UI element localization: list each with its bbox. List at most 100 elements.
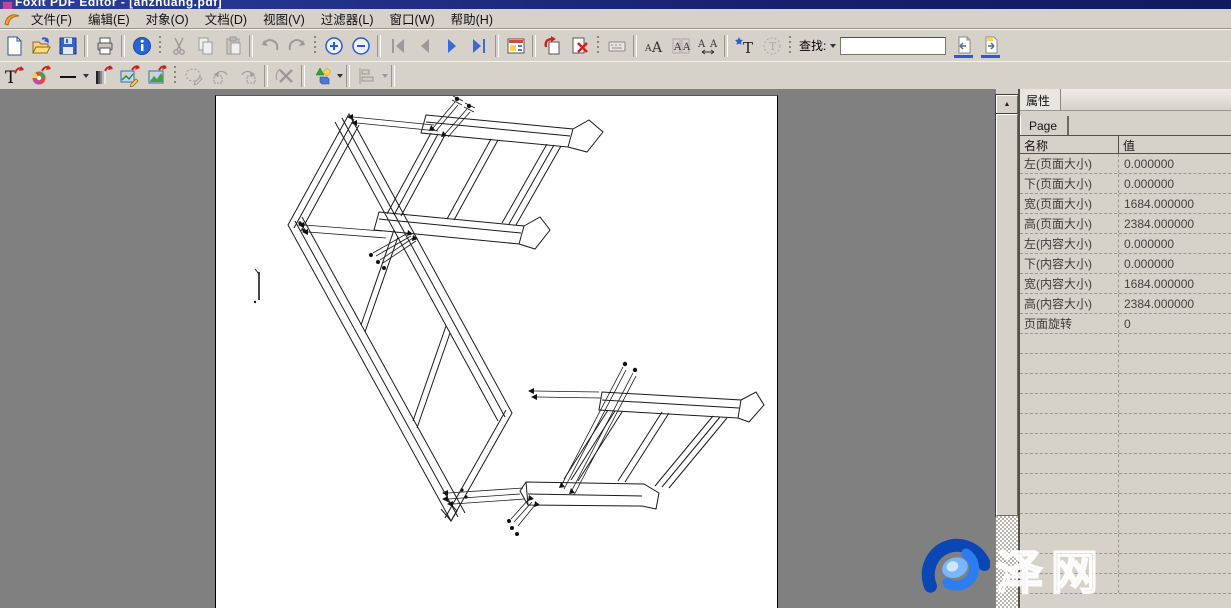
application-window: Foxit PDF Editor - [anzhuang.pdf] 文件(F) …: [0, 0, 1231, 608]
menu-view[interactable]: 视图(V): [255, 8, 313, 29]
font-size-pair-button[interactable]: AA: [667, 33, 694, 59]
vertical-scrollbar[interactable]: ▲: [996, 89, 1018, 608]
property-name: 下(内容大小): [1020, 254, 1119, 273]
menu-document[interactable]: 文档(D): [197, 8, 255, 29]
page-layout-button[interactable]: [502, 33, 529, 59]
redo-button[interactable]: [283, 33, 310, 59]
next-page-button[interactable]: [438, 33, 465, 59]
separator: [264, 65, 268, 87]
property-value[interactable]: 1684.000000: [1119, 277, 1231, 291]
delete-page-button[interactable]: [566, 33, 593, 59]
column-header-value: 值: [1119, 136, 1231, 153]
cut-button[interactable]: [165, 33, 192, 59]
property-value[interactable]: 0.000000: [1119, 177, 1231, 191]
print-button[interactable]: [91, 33, 118, 59]
zoom-in-button[interactable]: [320, 33, 347, 59]
edit-text-button[interactable]: T: [0, 63, 27, 89]
zoom-out-button[interactable]: [347, 33, 374, 59]
rotate-selection-right-button[interactable]: [234, 63, 261, 89]
scroll-up-button[interactable]: ▲: [996, 95, 1018, 114]
menu-object[interactable]: 对象(O): [138, 8, 197, 29]
menu-help[interactable]: 帮助(H): [443, 8, 501, 29]
shapes-caret[interactable]: [337, 74, 343, 78]
ladder-assembly-drawing: [216, 96, 777, 608]
property-value[interactable]: 0: [1119, 317, 1231, 331]
circled-text-button[interactable]: T: [758, 33, 785, 59]
undo-button[interactable]: [256, 33, 283, 59]
new-document-button[interactable]: [0, 33, 27, 59]
first-page-button[interactable]: [384, 33, 411, 59]
menu-file[interactable]: 文件(F): [23, 8, 80, 29]
property-value[interactable]: 0.000000: [1119, 157, 1231, 171]
add-text-button[interactable]: T: [731, 33, 758, 59]
table-row[interactable]: 左(内容大小)0.000000: [1020, 234, 1231, 254]
shapes-button[interactable]: [308, 63, 335, 89]
menu-edit[interactable]: 编辑(E): [80, 8, 138, 29]
property-value[interactable]: 2384.000000: [1119, 217, 1231, 231]
table-row[interactable]: 高(页面大小)2384.000000: [1020, 214, 1231, 234]
align-button[interactable]: [353, 63, 380, 89]
find-input[interactable]: [840, 37, 946, 55]
empty-row: [1020, 454, 1231, 474]
property-name: 页面旋转: [1020, 314, 1119, 333]
char-spacing-button[interactable]: AA: [694, 33, 721, 59]
property-value[interactable]: 1684.000000: [1119, 197, 1231, 211]
menu-filter[interactable]: 过滤器(L): [313, 8, 382, 29]
find-next-button[interactable]: [977, 33, 1004, 59]
empty-row: [1020, 514, 1231, 534]
toolbar-grip: [174, 66, 176, 86]
copy-button[interactable]: [192, 33, 219, 59]
pdf-page[interactable]: [215, 95, 778, 608]
table-row[interactable]: 宽(页面大小)1684.000000: [1020, 194, 1231, 214]
rotate-page-button[interactable]: [539, 33, 566, 59]
toolbar-grip: [314, 36, 316, 56]
save-button[interactable]: [54, 33, 81, 59]
object-toolbar: T: [0, 61, 1231, 91]
scrollbar-track[interactable]: [996, 516, 1018, 608]
separator: [84, 35, 88, 57]
table-row[interactable]: 高(内容大小)2384.000000: [1020, 294, 1231, 314]
delete-selection-button[interactable]: [271, 63, 298, 89]
svg-text:A: A: [697, 39, 706, 50]
table-row[interactable]: 左(页面大小)0.000000: [1020, 154, 1231, 174]
find-label: 查找:: [799, 37, 826, 54]
keyboard-button[interactable]: [603, 33, 630, 59]
empty-row: [1020, 354, 1231, 374]
svg-text:A: A: [651, 40, 663, 56]
replace-image-button[interactable]: [143, 63, 170, 89]
menu-window[interactable]: 窗口(W): [382, 8, 443, 29]
property-name: 高(页面大小): [1020, 214, 1119, 233]
table-row[interactable]: 页面旋转0: [1020, 314, 1231, 334]
table-row[interactable]: 宽(内容大小)1684.000000: [1020, 274, 1231, 294]
document-info-button[interactable]: [128, 33, 155, 59]
document-canvas[interactable]: [0, 89, 996, 608]
tab-page[interactable]: Page: [1020, 116, 1069, 135]
property-value[interactable]: 0.000000: [1119, 257, 1231, 271]
svg-text:A: A: [673, 42, 682, 53]
empty-row: [1020, 434, 1231, 454]
paste-button[interactable]: [219, 33, 246, 59]
gradient-fill-button[interactable]: [89, 63, 116, 89]
property-value[interactable]: 0.000000: [1119, 237, 1231, 251]
scrollbar-thumb[interactable]: [996, 114, 1018, 516]
workspace: ▲ 属性 Page 名称 值 左(页面大小)0.000000 下(页面大小)0.…: [0, 89, 1231, 608]
align-caret[interactable]: [382, 74, 388, 78]
separator: [346, 65, 350, 87]
panel-title: 属性: [1020, 89, 1061, 110]
previous-page-button[interactable]: [411, 33, 438, 59]
edit-color-button[interactable]: [27, 63, 54, 89]
hot-indicator: [954, 55, 973, 58]
property-value[interactable]: 2384.000000: [1119, 297, 1231, 311]
line-width-button[interactable]: [54, 63, 81, 89]
table-row[interactable]: 下(内容大小)0.000000: [1020, 254, 1231, 274]
lasso-select-button[interactable]: [180, 63, 207, 89]
find-dropdown-caret[interactable]: [830, 44, 836, 48]
rotate-selection-left-button[interactable]: [207, 63, 234, 89]
separator: [377, 35, 381, 57]
font-size-small-large-button[interactable]: AA: [640, 33, 667, 59]
table-row[interactable]: 下(页面大小)0.000000: [1020, 174, 1231, 194]
find-previous-button[interactable]: [950, 33, 977, 59]
last-page-button[interactable]: [465, 33, 492, 59]
edit-image-button[interactable]: [116, 63, 143, 89]
open-button[interactable]: [27, 33, 54, 59]
